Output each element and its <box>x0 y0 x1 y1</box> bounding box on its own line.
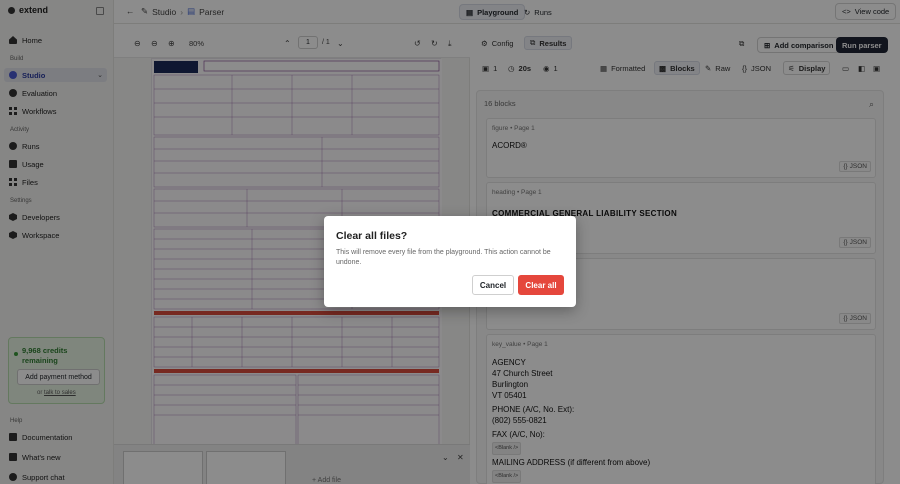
dialog-title: Clear all files? <box>336 230 408 242</box>
clear-all-button[interactable]: Clear all <box>518 275 564 295</box>
dialog-message: This will remove every file from the pla… <box>336 249 551 266</box>
cancel-button[interactable]: Cancel <box>472 275 514 295</box>
clear-files-dialog: Clear all files? This will remove every … <box>324 216 576 307</box>
